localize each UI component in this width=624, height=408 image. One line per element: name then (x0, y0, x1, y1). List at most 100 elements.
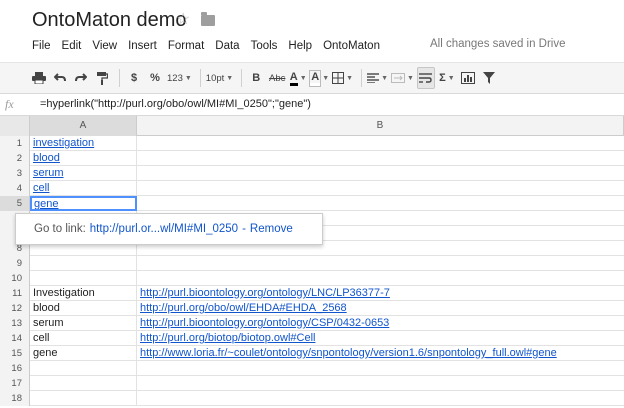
paint-format-icon[interactable] (93, 67, 111, 89)
cell-a[interactable] (30, 271, 137, 286)
row-number[interactable]: 15 (0, 346, 30, 361)
menu-item-file[interactable]: File (32, 40, 51, 52)
cell-a-text[interactable]: serum (33, 167, 64, 179)
row-number[interactable]: 4 (0, 181, 30, 196)
filter-icon[interactable] (480, 67, 498, 89)
table-row: 1 investigation (0, 136, 624, 151)
merge-cells-icon[interactable]: ▼ (391, 67, 414, 89)
cell-a-text[interactable]: blood (33, 152, 60, 164)
cell-b[interactable] (137, 256, 624, 271)
undo-icon[interactable] (51, 67, 69, 89)
font-size-select[interactable]: 10pt ▼ (206, 67, 233, 89)
cell-b-text[interactable]: http://purl.bioontology.org/ontology/LNC… (140, 287, 390, 299)
select-all-corner[interactable] (0, 116, 30, 136)
menu-item-view[interactable]: View (92, 40, 117, 52)
cell-b[interactable] (137, 271, 624, 286)
redo-icon[interactable] (72, 67, 90, 89)
menu-item-data[interactable]: Data (215, 40, 239, 52)
menu-item-insert[interactable]: Insert (128, 40, 157, 52)
folder-icon[interactable] (201, 12, 215, 26)
cell-a-text[interactable]: investigation (33, 137, 94, 149)
wrap-text-icon[interactable] (416, 67, 435, 89)
menu-item-edit[interactable]: Edit (62, 40, 82, 52)
cell-b[interactable]: http://purl.org/biotop/biotop.owl#Cell (137, 331, 624, 346)
menu-item-help[interactable]: Help (288, 40, 312, 52)
row-number[interactable]: 16 (0, 361, 30, 376)
row-number[interactable]: 10 (0, 271, 30, 286)
menu-bar: File Edit View Insert Format Data Tools Help Ont… (32, 38, 391, 54)
row-number[interactable]: 9 (0, 256, 30, 271)
number-format-button[interactable]: 123 ▼ (167, 67, 192, 89)
currency-format-button[interactable]: $ (125, 67, 143, 89)
cell-b-text[interactable]: http://purl.org/biotop/biotop.owl#Cell (140, 332, 316, 344)
cell-b[interactable] (137, 391, 624, 406)
cell-a[interactable]: gene (30, 196, 137, 211)
cell-b[interactable]: http://purl.bioontology.org/ontology/LNC… (137, 286, 624, 301)
cell-b-text[interactable]: http://www.loria.fr/~coulet/ontology/snp… (140, 347, 557, 359)
cell-b[interactable] (137, 376, 624, 391)
column-header-b[interactable]: B (137, 116, 624, 136)
cell-b-text[interactable]: http://purl.bioontology.org/ontology/CSP… (140, 317, 389, 329)
document-title[interactable]: OntoMaton demo (32, 9, 187, 32)
cell-b[interactable] (137, 151, 624, 166)
cell-b[interactable]: http://www.loria.fr/~coulet/ontology/snp… (137, 346, 624, 361)
row-number[interactable]: 17 (0, 376, 30, 391)
bold-button[interactable]: B (247, 67, 265, 89)
row-number[interactable]: 3 (0, 166, 30, 181)
cell-b-text[interactable]: http://purl.org/obo/owl/EHDA#EHDA_2568 (140, 302, 347, 314)
menu-item-format[interactable]: Format (168, 40, 204, 52)
cell-a[interactable]: blood (30, 301, 137, 316)
cell-a[interactable]: serum (30, 166, 137, 181)
cell-b[interactable]: http://purl.org/obo/owl/EHDA#EHDA_2568 (137, 301, 624, 316)
cell-b[interactable] (137, 196, 624, 211)
row-number[interactable]: 14 (0, 331, 30, 346)
align-left-icon[interactable]: ▼ (367, 67, 388, 89)
save-status: All changes saved in Drive (430, 38, 566, 50)
cell-a[interactable]: blood (30, 151, 137, 166)
cell-a[interactable]: serum (30, 316, 137, 331)
cell-a[interactable] (30, 391, 137, 406)
cell-a[interactable]: investigation (30, 136, 137, 151)
row-number[interactable]: 12 (0, 301, 30, 316)
chevron-down-icon: ▼ (322, 74, 330, 82)
row-number[interactable]: 18 (0, 391, 30, 406)
formula-input[interactable]: =hyperlink("http://purl.org/obo/owl/MI#M… (40, 98, 311, 110)
cell-a[interactable]: cell (30, 331, 137, 346)
number-format-label: 123 (167, 72, 183, 84)
table-row: 3 serum (0, 166, 624, 181)
row-number[interactable]: 2 (0, 151, 30, 166)
cell-b[interactable] (137, 166, 624, 181)
row-number[interactable]: 13 (0, 316, 30, 331)
column-header-a[interactable]: A (30, 116, 137, 136)
row-number[interactable]: 1 (0, 136, 30, 151)
menu-item-ontomaton[interactable]: OntoMaton (323, 40, 380, 52)
percent-format-button[interactable]: % (146, 67, 164, 89)
borders-icon[interactable]: ▼ (332, 67, 353, 89)
cell-a[interactable] (30, 361, 137, 376)
menu-item-tools[interactable]: Tools (251, 40, 278, 52)
functions-button[interactable]: Σ ▼ (438, 67, 456, 89)
cell-b[interactable] (137, 361, 624, 376)
link-popup-url[interactable]: http://purl.or...wl/MI#MI_0250 (90, 223, 238, 235)
print-icon[interactable] (30, 67, 48, 89)
cell-a-text[interactable]: cell (33, 182, 50, 194)
cell-b[interactable]: http://purl.bioontology.org/ontology/CSP… (137, 316, 624, 331)
cell-a[interactable] (30, 376, 137, 391)
text-color-button[interactable]: A ▼ (289, 67, 307, 89)
fill-color-button[interactable]: A ▼ (309, 67, 330, 89)
cell-a[interactable]: Investigation (30, 286, 137, 301)
remove-link-button[interactable]: Remove (250, 223, 293, 235)
star-icon[interactable]: ☆ (176, 12, 192, 28)
formula-bar: fx =hyperlink("http://purl.org/obo/owl/M… (0, 94, 624, 116)
strikethrough-button[interactable]: Abc (268, 67, 286, 89)
cell-a[interactable]: gene (30, 346, 137, 361)
cell-a-text: gene (33, 347, 58, 359)
row-number[interactable]: 5 (0, 196, 30, 211)
cell-b[interactable] (137, 181, 624, 196)
cell-a-text[interactable]: gene (34, 198, 58, 209)
chart-icon[interactable] (459, 67, 477, 89)
row-number[interactable]: 11 (0, 286, 30, 301)
cell-a[interactable]: cell (30, 181, 137, 196)
cell-a[interactable] (30, 256, 137, 271)
cell-b[interactable] (137, 136, 624, 151)
